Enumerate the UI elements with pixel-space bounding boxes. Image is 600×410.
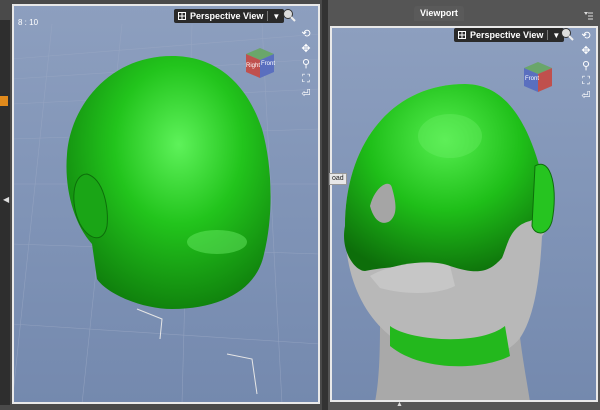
bottom-collapse-arrow[interactable]: ▲ — [396, 401, 403, 408]
left-viewport-border — [12, 4, 320, 404]
left-strip-accent — [0, 96, 8, 106]
left-side-strip — [0, 20, 10, 405]
right-viewport-border — [330, 26, 598, 402]
left-collapse-arrow[interactable]: ◀ — [3, 195, 9, 204]
tab-viewport[interactable]: Viewport — [414, 6, 464, 21]
side-tooltip-tag: oad — [329, 173, 347, 185]
pane-menu-icon[interactable] — [583, 7, 593, 20]
